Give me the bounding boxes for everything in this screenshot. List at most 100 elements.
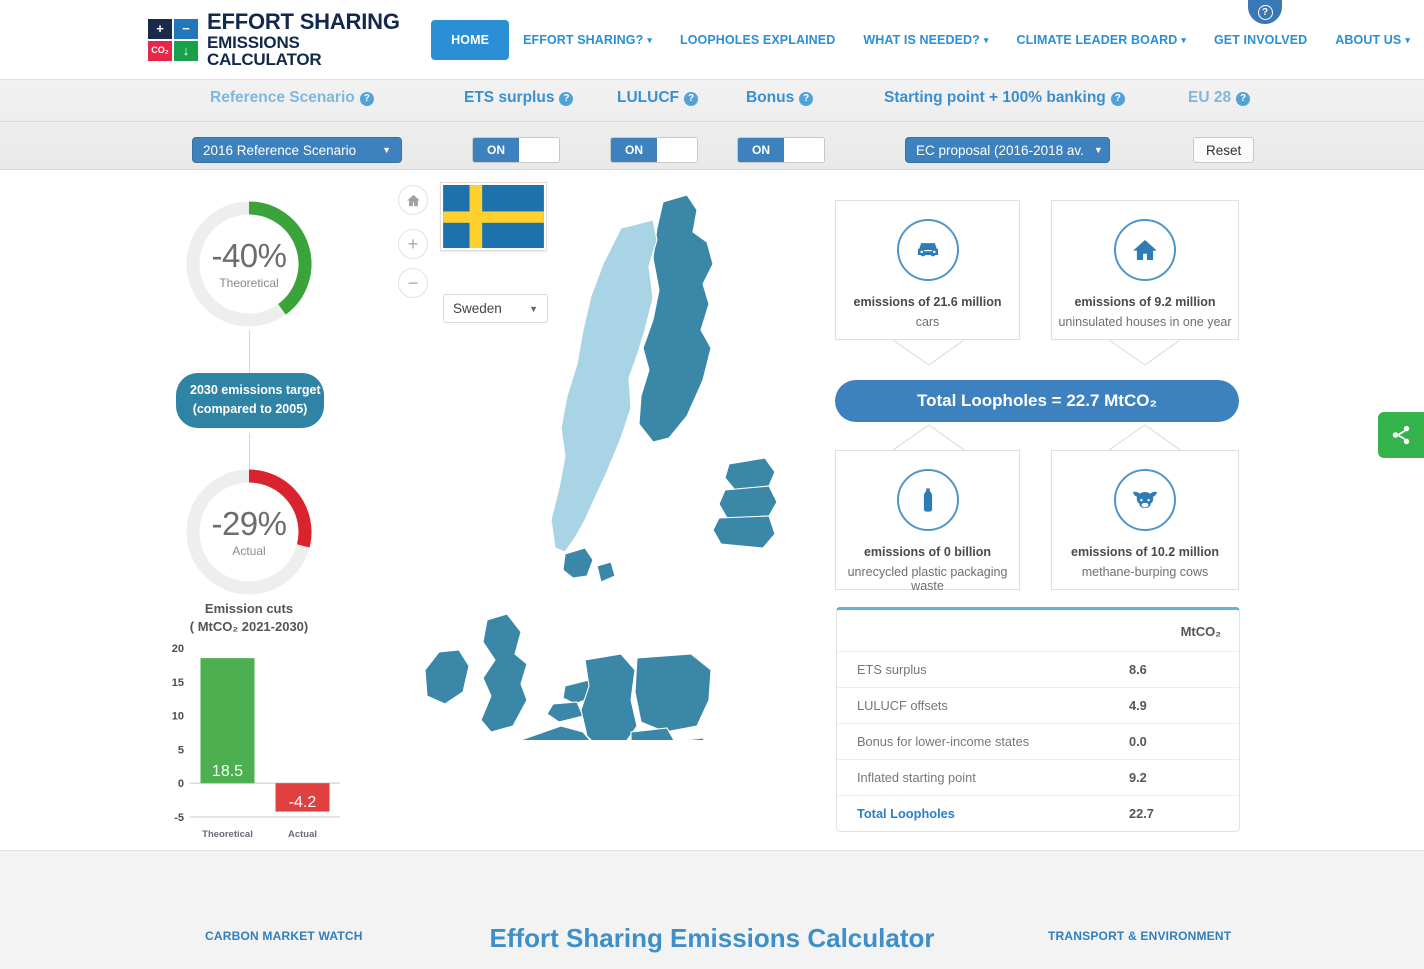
donut-gauge-theoretical: -40% Theoretical [183,198,315,330]
help-icon[interactable]: ? [799,92,814,106]
table-cell-value: 22.7 [1129,795,1239,831]
help-icon[interactable]: ? [1236,92,1251,106]
svg-text:-4.2: -4.2 [289,794,317,811]
nav-item-what-is-needed[interactable]: WHAT IS NEEDED? ▾ [849,22,1002,58]
country-lithuania[interactable] [712,515,776,549]
country-latvia[interactable] [718,485,778,519]
logo-co2-icon: CO₂ [148,40,172,61]
help-icon[interactable]: ? [684,92,698,106]
donut-gauge-actual: -29% Actual [183,466,315,598]
top-navigation-bar: + − CO₂ ↓ EFFORT SHARING EMISSIONS CALCU… [0,0,1424,80]
map-home-button[interactable] [398,185,428,215]
europe-map[interactable] [425,180,825,740]
svg-text:20: 20 [172,643,184,655]
country-estonia[interactable] [724,457,776,491]
country-czechia[interactable] [630,727,675,740]
table-row: ETS surplus 8.6 [837,651,1239,688]
loopholes-table: MtCO₂ ETS surplus 8.6 LULUCF offsets 4.9 Bon… [836,607,1240,832]
table-row-total: Total Loopholes 22.7 [837,795,1239,831]
table-cell-label: ETS surplus [837,651,1129,688]
toggle-state-label: ON [611,138,657,162]
toggle-state-label: ON [473,138,519,162]
gauge-value: -40% [211,236,287,274]
country-poland[interactable] [634,653,712,733]
gauge-sublabel: Theoretical [219,275,279,290]
reset-button[interactable]: Reset [1193,137,1255,163]
loophole-card-title: emissions of 21.6 million [853,295,1002,309]
nav-item-label: WHAT IS NEEDED? [863,32,980,47]
chevron-down-icon: ▼ [1093,145,1103,155]
site-logo[interactable]: + − CO₂ ↓ EFFORT SHARING EMISSIONS CALCU… [148,11,409,68]
toggle-knob[interactable] [657,138,697,162]
help-icon[interactable]: ? [359,92,374,106]
nav-item-home[interactable]: HOME [431,19,510,60]
logo-icon-grid: + − CO₂ ↓ [148,18,198,61]
nav-item-label: ABOUT US [1335,32,1402,47]
gauge-center-text: -29% Actual [183,466,315,598]
target-pill: 2030 emissions target (compared to 2005) [176,373,324,428]
table-head: MtCO₂ [837,610,1239,652]
country-united-kingdom[interactable] [480,613,528,733]
label-text: EU 28 [1188,89,1232,106]
starting-point-select[interactable]: EC proposal (2016-2018 av. ▼ [905,137,1110,163]
country-belgium[interactable] [546,701,584,723]
control-inputs-row: 2016 Reference Scenario ▼ ON ON ON EC pr… [0,122,1424,170]
country-denmark-island[interactable] [596,561,616,583]
country-ireland[interactable] [425,649,470,705]
loophole-card-plastic: emissions of 0 billion unrecycled plasti… [835,450,1020,593]
toggle-knob[interactable] [519,138,559,162]
label-eu28: EU 28? [1188,89,1251,107]
ets-surplus-toggle[interactable]: ON [472,137,560,163]
logo-plus-icon: + [148,18,172,39]
chevron-down-icon: ▾ [983,34,989,45]
pointer-card-bottles [893,424,965,451]
lulucf-toggle[interactable]: ON [610,137,698,163]
map-zoom-in-button[interactable]: + [398,229,428,259]
svg-text:10: 10 [172,711,184,723]
table-cell-label: Bonus for lower-income states [837,723,1129,760]
total-loopholes-banner: Total Loopholes = 22.7 MtCO₂ [835,380,1239,422]
reference-scenario-value: 2016 Reference Scenario [203,142,357,158]
pointer-card-houses [1109,339,1181,366]
logo-arrow-down-icon: ↓ [174,40,198,61]
svg-text:5: 5 [178,744,184,756]
nav-item-about-us[interactable]: ABOUT US ▾ [1321,22,1424,58]
svg-text:Actual: Actual [288,829,317,840]
reference-scenario-select[interactable]: 2016 Reference Scenario ▼ [192,137,402,163]
label-ets-surplus: ETS surplus? [464,89,574,107]
table-cell-value: 8.6 [1129,651,1239,688]
chevron-down-icon: ▼ [382,145,391,155]
country-germany[interactable] [580,653,638,740]
control-labels-row: Reference Scenario? ETS surplus? LULUCF?… [0,80,1424,122]
cow-icon-ring [1114,469,1176,531]
label-bonus: Bonus? [746,89,814,107]
share-button[interactable] [1378,412,1424,458]
country-france[interactable] [507,725,595,740]
chevron-down-icon: ▾ [1405,34,1410,45]
connector-line-top [249,330,250,374]
share-icon [1392,425,1410,445]
nav-item-label: HOME [451,32,490,47]
home-icon [406,194,420,206]
nav-item-effort-sharing[interactable]: EFFORT SHARING? ▾ [509,22,666,58]
loophole-card-title: emissions of 9.2 million [1074,295,1216,309]
map-zoom-out-button[interactable]: − [398,268,428,298]
nav-item-climate-leader-board[interactable]: CLIMATE LEADER BOARD ▾ [1003,22,1200,58]
plus-icon: + [407,234,419,254]
bonus-toggle[interactable]: ON [737,137,825,163]
nav-item-label: CLIMATE LEADER BOARD [1016,32,1178,47]
table-header-blank [837,610,1129,652]
nav-item-loopholes-explained[interactable]: LOOPHOLES EXPLAINED [666,22,849,58]
help-icon[interactable]: ? [559,92,574,106]
nav-item-get-involved[interactable]: GET INVOLVED [1200,22,1321,58]
country-sweden-selected[interactable] [550,219,658,553]
table-body: ETS surplus 8.6 LULUCF offsets 4.9 Bonus for… [837,651,1239,831]
footer-partner-right[interactable]: TRANSPORT & ENVIRONMENT [1048,929,1231,943]
toggle-knob[interactable] [784,138,824,162]
country-denmark[interactable] [562,547,594,579]
label-text: Reference Scenario [210,89,355,106]
house-icon [1133,240,1157,260]
help-icon[interactable]: ? [1110,92,1125,106]
actual-gauge: -29% Actual [183,466,315,598]
pointer-card-cars [893,339,965,366]
